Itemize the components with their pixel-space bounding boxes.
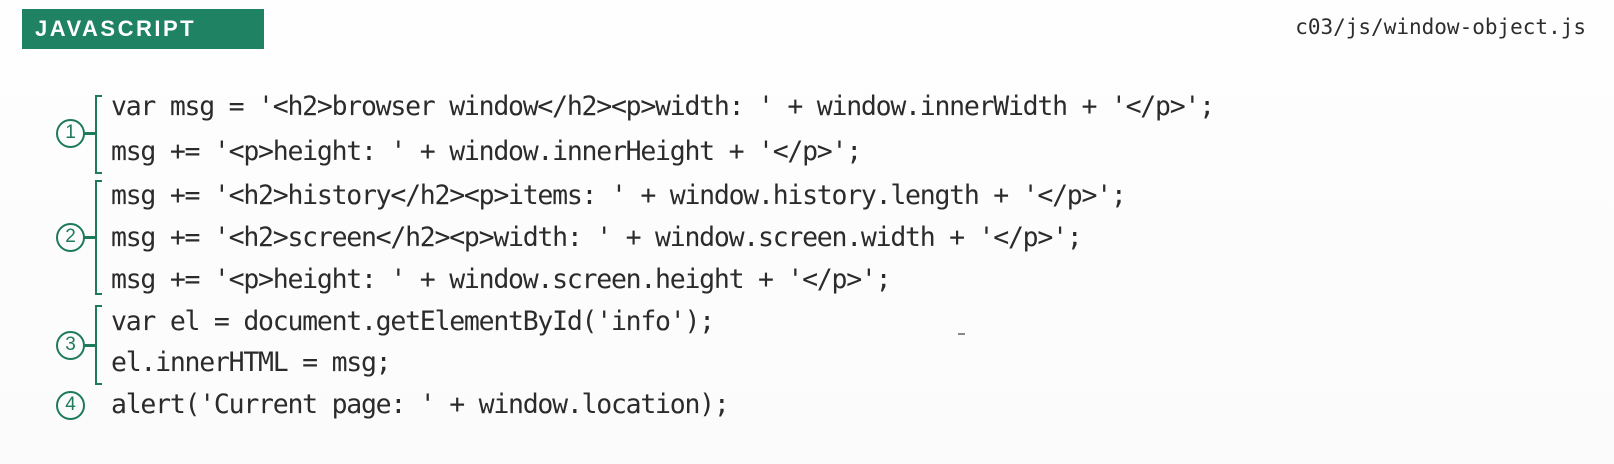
group-bracket-1 xyxy=(95,95,102,174)
bracket-connector-3 xyxy=(84,344,96,347)
step-marker-1: 1 xyxy=(56,119,85,148)
step-marker-2: 2 xyxy=(56,223,85,252)
step-marker-3: 3 xyxy=(56,331,85,360)
code-line: msg += '<p>height: ' + window.screen.hei… xyxy=(111,264,892,295)
code-line: alert('Current page: ' + window.location… xyxy=(111,389,730,420)
code-line: el.innerHTML = msg; xyxy=(111,347,392,378)
stray-mark xyxy=(958,333,965,335)
code-listing-page: JAVASCRIPT c03/js/window-object.js 1 2 3… xyxy=(0,0,1614,464)
language-tag: JAVASCRIPT xyxy=(22,9,264,49)
group-bracket-2 xyxy=(95,180,102,295)
file-path: c03/js/window-object.js xyxy=(1295,15,1586,39)
code-line: var msg = '<h2>browser window</h2><p>wid… xyxy=(111,91,1215,122)
group-bracket-3 xyxy=(95,305,102,385)
code-line: msg += '<h2>screen</h2><p>width: ' + win… xyxy=(111,222,1083,253)
step-marker-4: 4 xyxy=(56,391,85,420)
code-line: msg += '<h2>history</h2><p>items: ' + wi… xyxy=(111,180,1127,211)
bracket-connector-2 xyxy=(84,236,96,239)
bracket-connector-1 xyxy=(84,132,96,135)
code-line: msg += '<p>height: ' + window.innerHeigh… xyxy=(111,136,862,167)
code-line: var el = document.getElementById('info')… xyxy=(111,306,715,337)
